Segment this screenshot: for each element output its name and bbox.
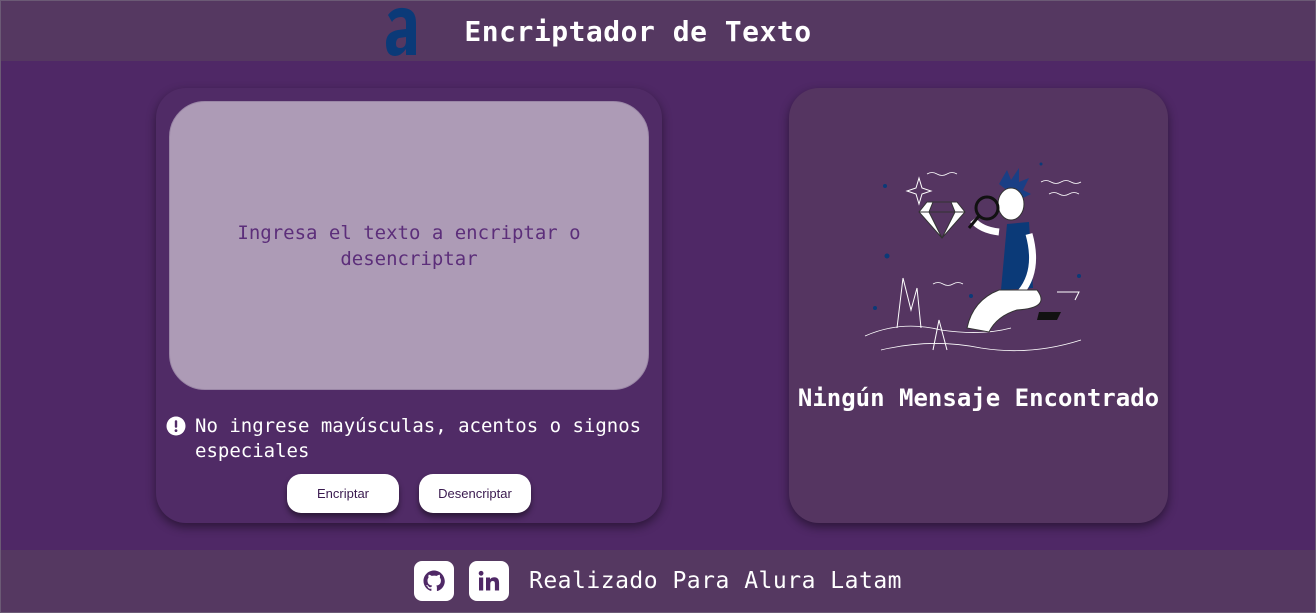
- github-link[interactable]: [413, 561, 454, 601]
- footer: Realizado Para Alura Latam: [1, 550, 1315, 612]
- linkedin-icon: [478, 570, 500, 591]
- header: Encriptador de Texto: [1, 1, 1315, 61]
- no-message-text: Ningún Mensaje Encontrado: [797, 384, 1160, 412]
- linkedin-link[interactable]: [468, 561, 509, 601]
- input-warning: No ingrese mayúsculas, acentos o signos …: [166, 414, 656, 464]
- footer-text: Realizado Para Alura Latam: [528, 568, 903, 594]
- text-input-placeholder: Ingresa el texto a encriptar o desencrip…: [237, 221, 581, 270]
- exclamation-circle-icon: [166, 416, 186, 436]
- output-panel: Ningún Mensaje Encontrado: [789, 88, 1168, 523]
- person-with-magnifying-glass-illustration: [864, 162, 1082, 352]
- warning-text: No ingrese mayúsculas, acentos o signos …: [195, 415, 642, 462]
- text-input[interactable]: Ingresa el texto a encriptar o desencrip…: [169, 101, 649, 390]
- github-icon: [423, 570, 445, 592]
- decrypt-button[interactable]: Desencriptar: [419, 474, 531, 513]
- input-panel: Ingresa el texto a encriptar o desencrip…: [156, 88, 662, 523]
- alura-logo-icon: [386, 7, 417, 56]
- encrypt-button[interactable]: Encriptar: [287, 474, 399, 513]
- page-title: Encriptador de Texto: [464, 14, 812, 48]
